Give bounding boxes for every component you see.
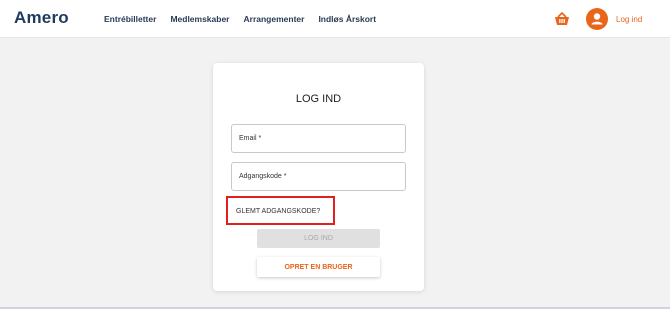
nav-item-entrebilletter[interactable]: Entrébilletter — [104, 14, 156, 24]
logo[interactable]: Amero — [14, 8, 69, 28]
nav-item-arrangementer[interactable]: Arrangementer — [244, 14, 305, 24]
basket-icon[interactable] — [554, 12, 570, 26]
email-field[interactable]: Email * — [231, 124, 406, 153]
nav-item-indlos-arskort[interactable]: Indløs Årskort — [318, 14, 376, 24]
top-bar: Amero Entrébilletter Medlemskaber Arrang… — [0, 0, 670, 38]
page-title: LOG IND — [295, 93, 342, 105]
login-button[interactable]: LOG IND — [257, 229, 380, 248]
main-nav: Entrébilletter Medlemskaber Arrangemente… — [104, 14, 376, 24]
nav-item-medlemskaber[interactable]: Medlemskaber — [170, 14, 229, 24]
forgot-password-label: GLEMT ADGANGSKODE? — [236, 208, 321, 215]
user-avatar[interactable] — [586, 8, 608, 30]
forgot-password-button[interactable]: GLEMT ADGANGSKODE? — [226, 196, 335, 225]
password-field-label: Adgangskode * — [239, 173, 287, 180]
create-account-button[interactable]: OPRET EN BRUGER — [257, 257, 380, 277]
password-field[interactable]: Adgangskode * — [231, 162, 406, 191]
login-card: LOG IND Email * Adgangskode * GLEMT ADGA… — [213, 63, 424, 291]
login-link[interactable]: Log ind — [616, 15, 642, 24]
user-icon — [591, 13, 603, 25]
email-field-label: Email * — [239, 135, 262, 142]
